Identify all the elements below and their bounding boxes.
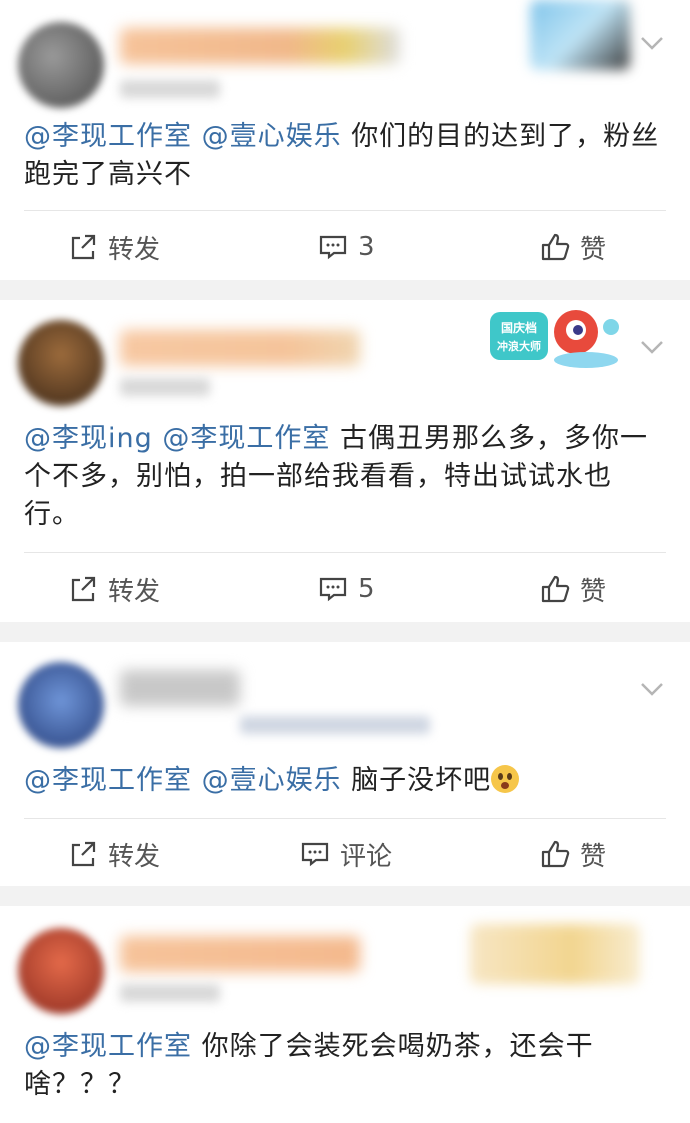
- repost-icon: [68, 574, 98, 604]
- badge-text: 冲浪大师: [497, 339, 541, 353]
- repost-button[interactable]: 转发: [68, 217, 160, 277]
- member-badge-blurred: [470, 924, 640, 984]
- thumbs-up-icon: [540, 232, 570, 262]
- comment-count: 5: [358, 574, 375, 604]
- like-label: 赞: [580, 576, 607, 607]
- national-day-badge[interactable]: 国庆档 冲浪大师: [486, 302, 626, 372]
- post-body: 脑子没坏吧: [351, 765, 492, 796]
- surprised-face-icon: [491, 765, 520, 793]
- repost-button[interactable]: 转发: [68, 559, 160, 619]
- comment-button[interactable]: 3: [318, 217, 375, 277]
- post-card: 国庆档 冲浪大师 @李现ing @李现工作室 古偶丑男那么多，多你一个不多，别怕…: [0, 300, 690, 622]
- avatar[interactable]: [18, 928, 104, 1014]
- like-label: 赞: [580, 234, 607, 265]
- mention-link[interactable]: @李现工作室: [24, 765, 192, 796]
- post-text: @李现ing @李现工作室 古偶丑男那么多，多你一个不多，别怕，拍一部给我看看，…: [24, 420, 666, 534]
- mention-link[interactable]: @壹心娱乐: [202, 765, 342, 796]
- chevron-down-icon[interactable]: [634, 24, 670, 60]
- thumbs-up-icon: [540, 839, 570, 869]
- action-bar: 转发 5 赞: [0, 559, 690, 619]
- comment-button[interactable]: 5: [318, 559, 375, 619]
- post-card: @李现工作室 @壹心娱乐 你们的目的达到了，粉丝跑完了高兴不 转发 3 赞: [0, 0, 690, 280]
- thumbs-up-icon: [540, 574, 570, 604]
- username-blurred[interactable]: [120, 330, 360, 366]
- comment-button[interactable]: 评论: [300, 824, 392, 884]
- badge-text: 国庆档: [501, 320, 537, 335]
- post-card: @李现工作室 你除了会装死会喝奶茶，还会干啥？？？: [0, 906, 690, 1123]
- like-button[interactable]: 赞: [540, 559, 606, 619]
- action-bar: 转发 评论 赞: [0, 824, 690, 884]
- post-meta-blurred: [120, 984, 220, 1002]
- divider: [24, 552, 666, 553]
- post-text: @李现工作室 @壹心娱乐 你们的目的达到了，粉丝跑完了高兴不: [24, 118, 666, 194]
- post-meta-blurred: [120, 378, 210, 396]
- repost-label: 转发: [108, 841, 161, 872]
- divider: [24, 210, 666, 211]
- mention-link[interactable]: @李现ing: [24, 423, 153, 454]
- post-text: @李现工作室 你除了会装死会喝奶茶，还会干啥？？？: [24, 1028, 666, 1104]
- repost-button[interactable]: 转发: [68, 824, 160, 884]
- mention-link[interactable]: @李现工作室: [24, 121, 192, 152]
- comment-icon: [318, 232, 348, 262]
- post-text: @李现工作室 @壹心娱乐 脑子没坏吧: [24, 762, 666, 800]
- divider: [24, 818, 666, 819]
- repost-icon: [68, 839, 98, 869]
- mention-link[interactable]: @壹心娱乐: [202, 121, 342, 152]
- mention-link[interactable]: @李现工作室: [24, 1031, 192, 1062]
- repost-icon: [68, 232, 98, 262]
- avatar[interactable]: [18, 320, 104, 406]
- post-card: @李现工作室 @壹心娱乐 脑子没坏吧 转发 评论 赞: [0, 642, 690, 886]
- mention-link[interactable]: @李现工作室: [162, 423, 330, 454]
- repost-label: 转发: [108, 576, 161, 607]
- comment-label: 评论: [340, 841, 393, 872]
- chevron-down-icon[interactable]: [634, 328, 670, 364]
- chevron-down-icon[interactable]: [634, 670, 670, 706]
- like-label: 赞: [580, 841, 607, 872]
- repost-label: 转发: [108, 234, 161, 265]
- post-meta-blurred: [240, 716, 430, 734]
- avatar[interactable]: [18, 22, 104, 108]
- username-blurred[interactable]: [120, 28, 400, 64]
- comment-count: 3: [358, 232, 375, 262]
- member-badge-blurred: [530, 0, 630, 70]
- username-blurred[interactable]: [120, 670, 240, 706]
- post-meta-blurred: [120, 80, 220, 98]
- like-button[interactable]: 赞: [540, 824, 606, 884]
- comment-icon: [300, 839, 330, 869]
- action-bar: 转发 3 赞: [0, 217, 690, 277]
- username-blurred[interactable]: [120, 936, 360, 972]
- like-button[interactable]: 赞: [540, 217, 606, 277]
- avatar[interactable]: [18, 662, 104, 748]
- comment-icon: [318, 574, 348, 604]
